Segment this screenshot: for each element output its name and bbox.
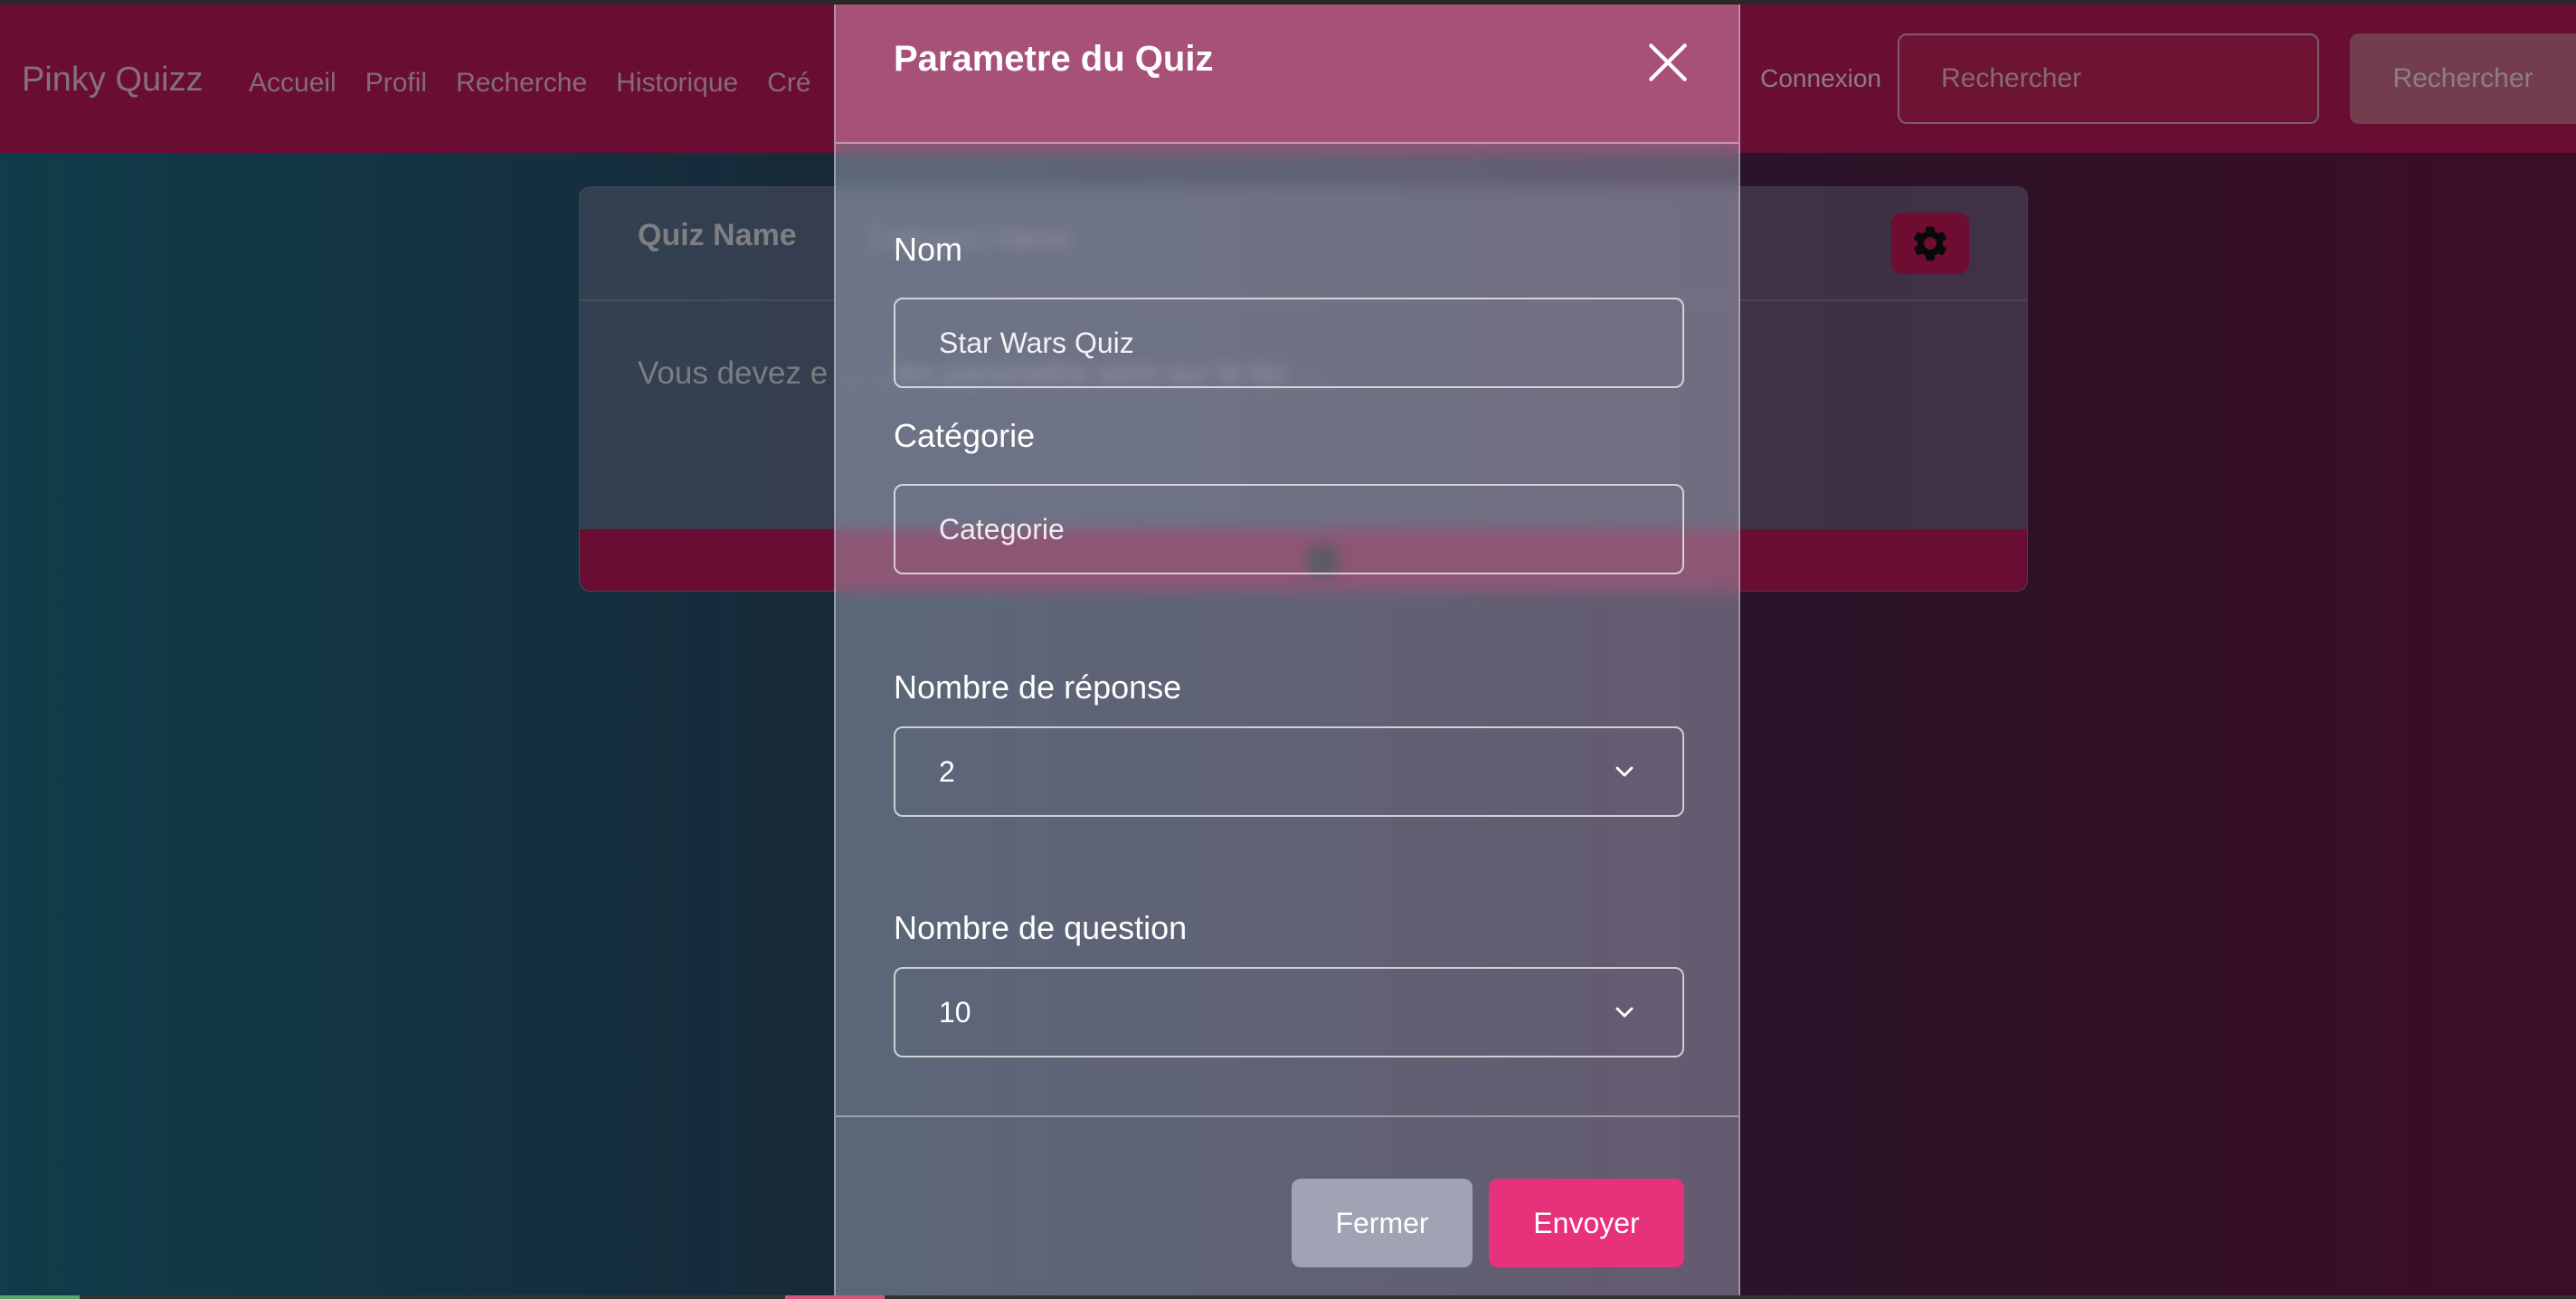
- category-input[interactable]: [894, 484, 1684, 574]
- questions-count-select[interactable]: 10: [894, 967, 1684, 1057]
- answers-count-label: Nombre de réponse: [894, 668, 1182, 706]
- bottom-edge: [0, 1295, 2576, 1299]
- quiz-settings-modal: Parametre du Quiz Nom Catégorie Nombre d…: [834, 5, 1740, 1299]
- chevron-down-icon: [1615, 1007, 1634, 1018]
- bottom-indicator-middle: [785, 1295, 885, 1299]
- modal-footer: Fermer Envoyer: [836, 1115, 1738, 1299]
- category-label: Catégorie: [894, 417, 1036, 454]
- answers-count-select[interactable]: 2: [894, 726, 1684, 817]
- close-button[interactable]: Fermer: [1292, 1179, 1473, 1267]
- modal-header: Parametre du Quiz: [836, 5, 1738, 144]
- questions-count-value: 10: [939, 995, 971, 1029]
- name-input[interactable]: [894, 298, 1684, 388]
- bottom-indicator-left: [0, 1295, 80, 1299]
- chevron-down-icon: [1615, 766, 1634, 777]
- questions-count-label: Nombre de question: [894, 909, 1188, 946]
- close-icon[interactable]: [1643, 37, 1693, 88]
- send-button[interactable]: Envoyer: [1489, 1179, 1684, 1267]
- answers-count-value: 2: [939, 754, 955, 788]
- name-label: Nom: [894, 231, 963, 268]
- modal-title: Parametre du Quiz: [894, 39, 1214, 79]
